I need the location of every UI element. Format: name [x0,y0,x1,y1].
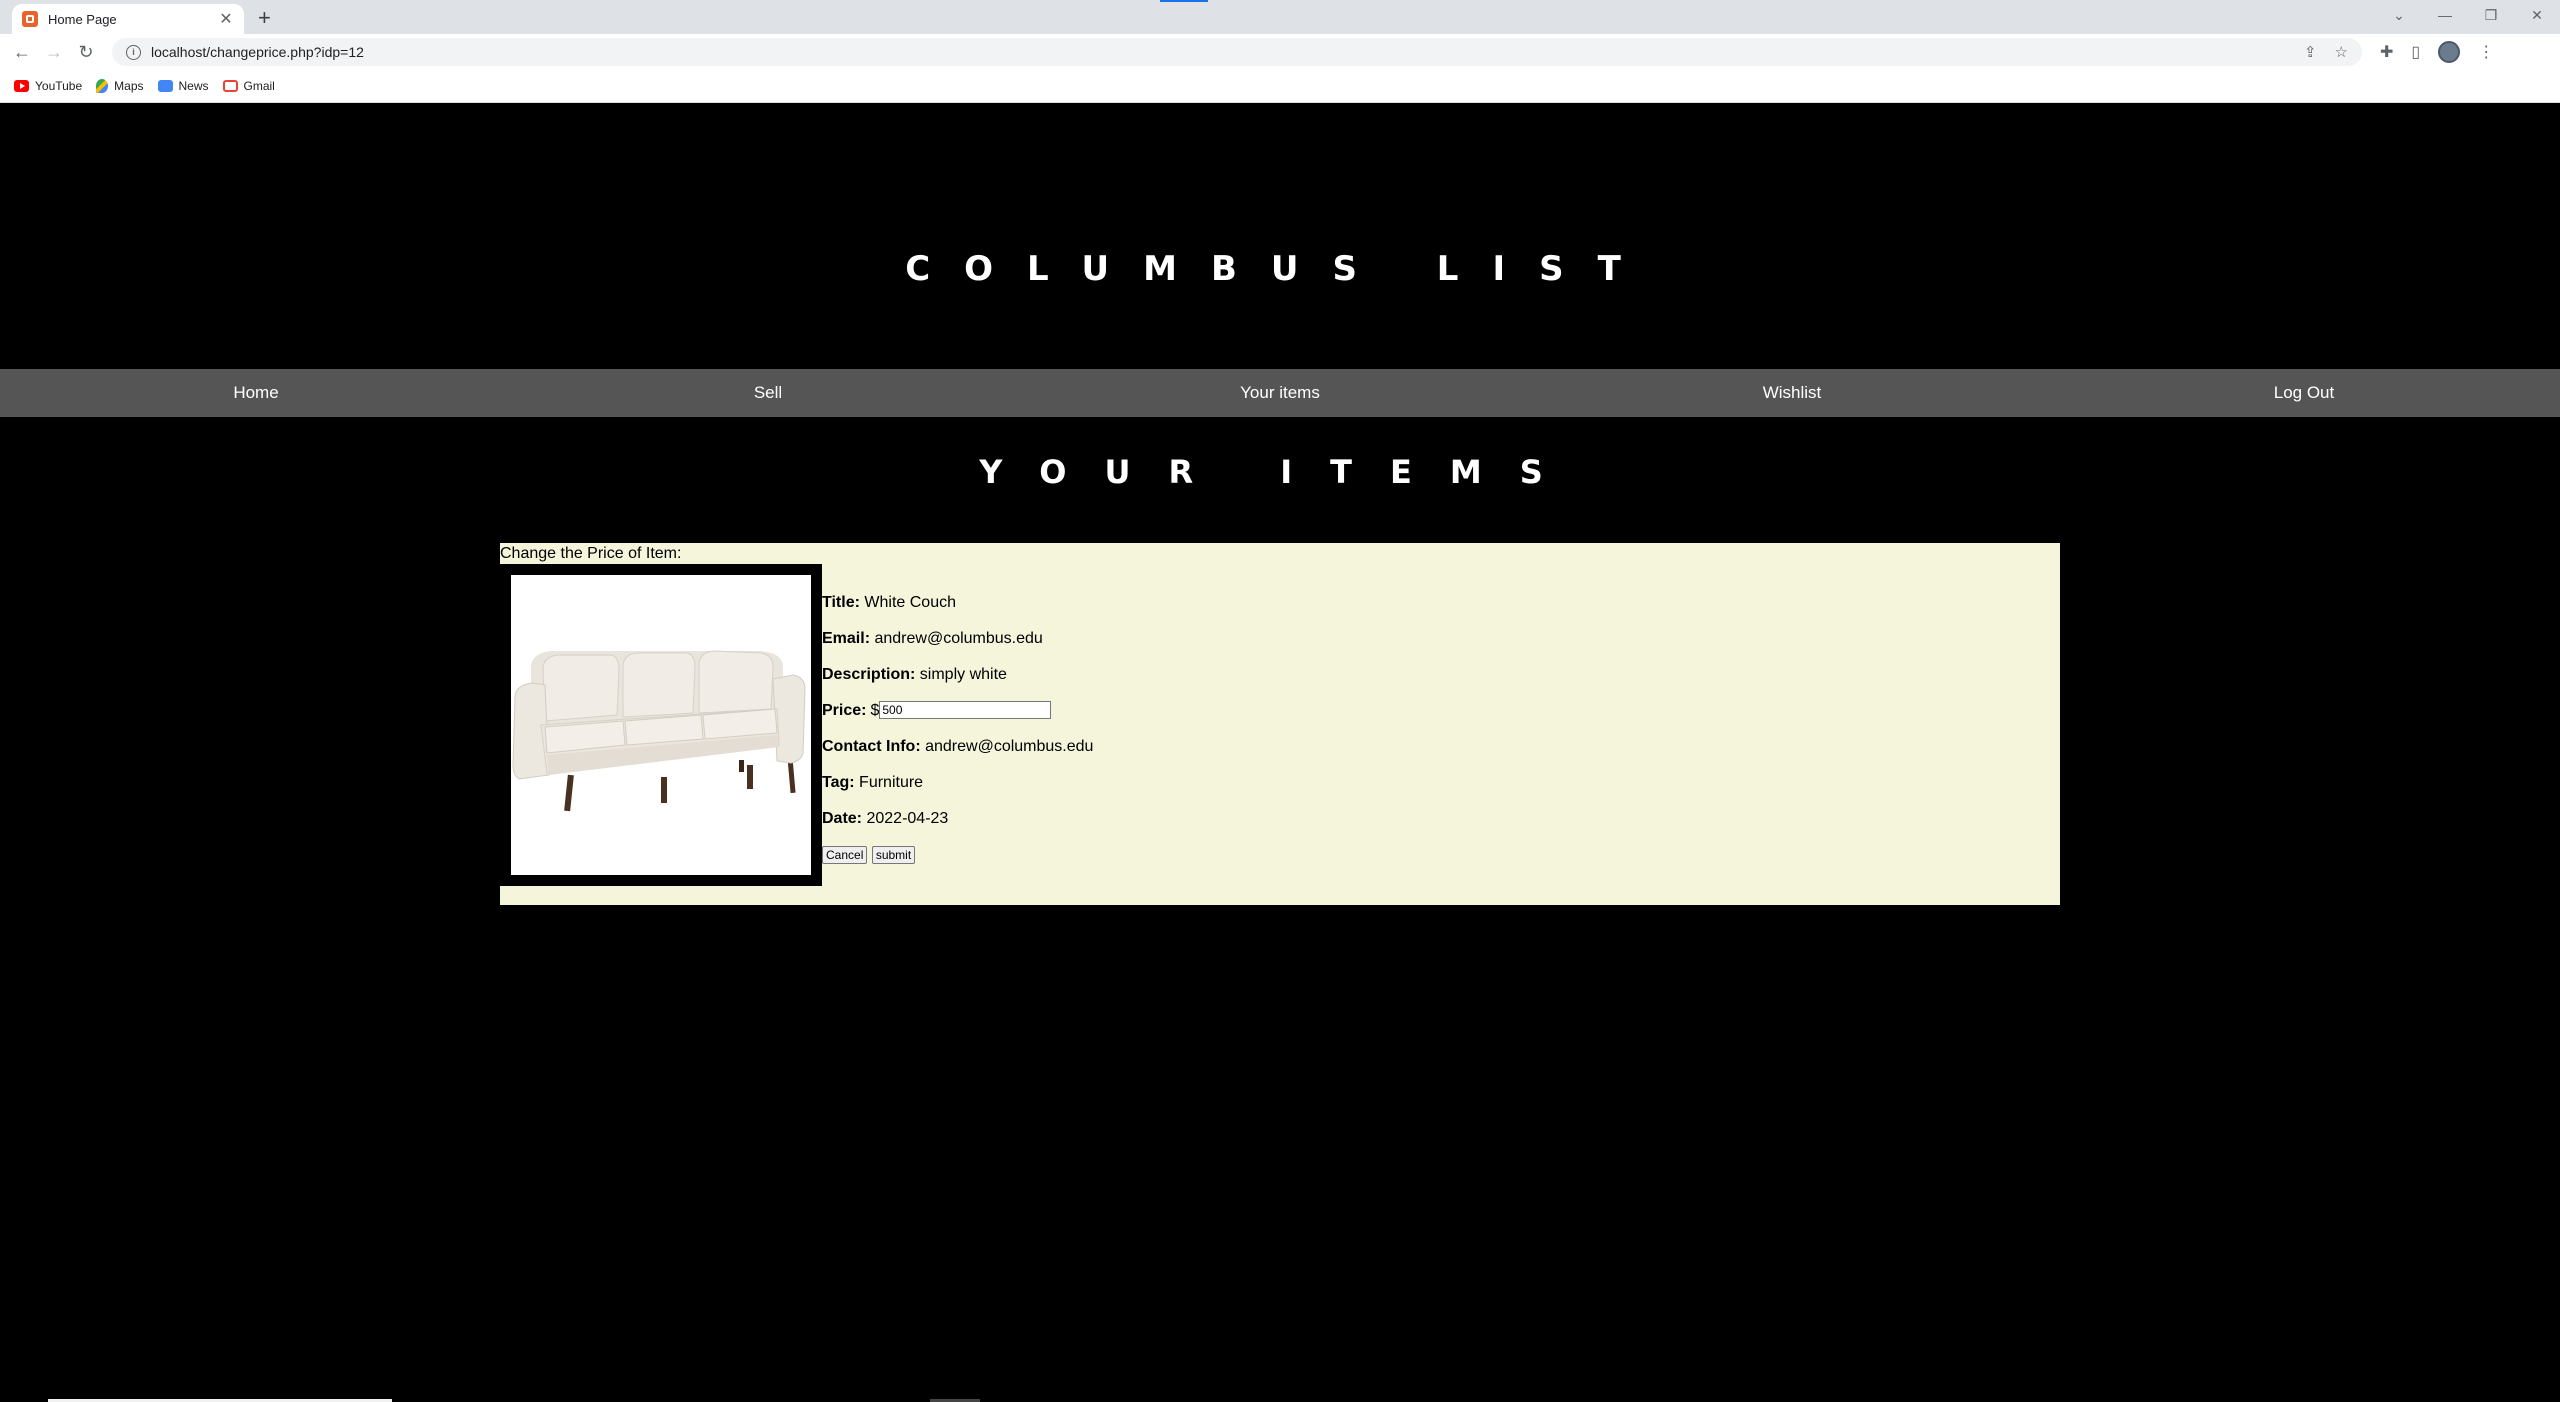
item-photo-frame [500,564,822,886]
tag-value: Furniture [859,774,924,791]
bookmark-star-icon[interactable]: ☆ [2335,43,2348,61]
gmail-icon [222,80,238,92]
detail-contact: Contact Info: andrew@columbus.edu [822,737,1093,773]
date-value: 2022-04-23 [866,810,949,827]
favicon-icon [22,11,38,27]
form-actions: Cancel submit [822,845,1093,881]
side-panel-icon[interactable]: ▯ [2411,42,2420,62]
url-text[interactable]: localhost/changeprice.php?idp=12 [151,44,364,60]
tab-search-indicator [1160,0,1208,2]
main-nav: Home Sell Your items Wishlist Log Out [0,369,2560,417]
bookmark-news[interactable]: News [157,79,209,93]
extensions-icon[interactable]: ✚ [2380,42,2393,62]
description-label: Description: [822,666,916,683]
nav-log-out[interactable]: Log Out [2048,369,2560,417]
youtube-icon [14,80,29,92]
detail-date: Date: 2022-04-23 [822,809,1093,845]
page-body: COLUMBUS LIST Home Sell Your items Wishl… [0,103,2560,1402]
site-title: COLUMBUS LIST [905,249,1655,289]
news-icon [157,80,173,92]
title-value: White Couch [864,594,956,611]
price-input[interactable] [879,701,1052,719]
price-currency: $ [870,702,880,719]
forward-icon[interactable]: → [38,42,70,63]
close-tab-icon[interactable]: ✕ [214,9,238,29]
detail-title: Title: White Couch [822,593,1093,629]
back-icon[interactable]: ← [6,42,38,63]
detail-price: Price: $ [822,701,1093,737]
nav-your-items[interactable]: Your items [1024,369,1536,417]
browser-tab[interactable]: Home Page ✕ [12,4,244,34]
browser-toolbar: ← → ↻ i localhost/changeprice.php?idp=12… [0,34,2560,70]
email-label: Email: [822,630,871,647]
bookmark-label: Maps [114,79,144,93]
bookmark-label: Gmail [243,79,275,93]
section-title: YOUR ITEMS [979,453,1581,491]
menu-icon[interactable]: ⋮ [2478,42,2494,62]
reload-icon[interactable]: ↻ [70,42,102,63]
bookmark-gmail[interactable]: Gmail [222,79,275,93]
price-label: Price: [822,702,867,719]
submit-button[interactable]: submit [871,846,916,864]
minimize-icon[interactable]: — [2422,7,2468,23]
nav-sell[interactable]: Sell [512,369,1024,417]
bookmarks-bar: YouTube Maps News Gmail [0,70,2560,103]
change-price-panel: Change the Price of Item: Title: White C… [500,543,2060,905]
bookmark-youtube[interactable]: YouTube [14,79,82,93]
cancel-button[interactable]: Cancel [822,846,868,864]
detail-tag: Tag: Furniture [822,773,1093,809]
contact-value: andrew@columbus.edu [925,738,1094,755]
nav-wishlist[interactable]: Wishlist [1536,369,2048,417]
tab-search-icon[interactable]: ⌄ [2376,7,2422,24]
panel-caption: Change the Price of Item: [500,545,682,562]
item-photo [511,575,811,875]
tab-title: Home Page [48,11,117,27]
title-label: Title: [822,594,860,611]
bookmark-maps[interactable]: Maps [96,79,144,93]
tag-label: Tag: [822,774,855,791]
profile-avatar[interactable] [2438,41,2461,63]
maps-icon [96,79,109,93]
window-controls: ⌄ — ❐ ✕ [2376,0,2560,30]
close-window-icon[interactable]: ✕ [2514,7,2560,24]
detail-email: Email: andrew@columbus.edu [822,629,1093,665]
contact-label: Contact Info: [822,738,921,755]
date-label: Date: [822,810,863,827]
description-value: simply white [919,666,1007,683]
email-value: andrew@columbus.edu [874,630,1043,647]
nav-home[interactable]: Home [0,369,512,417]
new-tab-button[interactable]: + [258,5,271,31]
bookmark-label: News [178,79,209,93]
bookmark-label: YouTube [35,79,83,93]
detail-description: Description: simply white [822,665,1093,701]
site-info-icon[interactable]: i [126,44,141,60]
tab-strip: Home Page ✕ + ⌄ — ❐ ✕ [0,0,2560,34]
item-details: Title: White Couch Email: andrew@columbu… [822,593,1093,881]
restore-icon[interactable]: ❐ [2468,7,2514,24]
address-bar[interactable]: i localhost/changeprice.php?idp=12 ⇪ ☆ [112,38,2362,66]
couch-image [512,650,806,812]
share-icon[interactable]: ⇪ [2304,43,2317,61]
